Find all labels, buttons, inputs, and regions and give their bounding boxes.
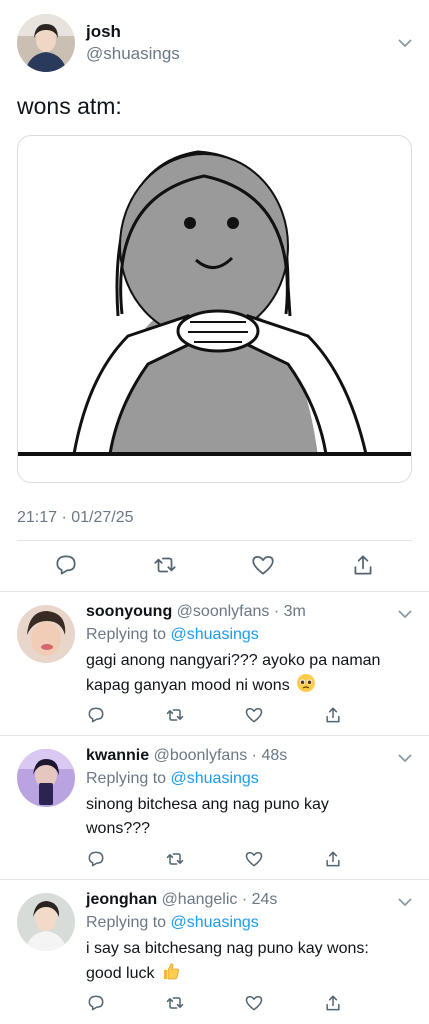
display-name[interactable]: josh: [86, 22, 121, 42]
reply-icon[interactable]: [86, 849, 106, 869]
share-icon[interactable]: [350, 552, 376, 578]
separator: ·: [247, 747, 262, 764]
replying-to-label: Replying to: [86, 770, 167, 787]
display-name[interactable]: kwannie: [86, 747, 149, 764]
display-name[interactable]: soonyoung: [86, 603, 172, 620]
share-icon[interactable]: [323, 705, 343, 725]
retweet-icon[interactable]: [152, 552, 178, 578]
main-tweet: josh @shuasings wons atm: 21:17 · 01/27/…: [0, 0, 429, 592]
tweet-text: wons atm:: [17, 93, 122, 119]
pleading-face-emoji: [296, 673, 316, 693]
reply-text-content: gagi anong nangyari??? ayoko pa naman ka…: [86, 652, 381, 694]
avatar[interactable]: [17, 14, 75, 72]
heart-icon[interactable]: [250, 552, 276, 578]
replying-to-label: Replying to: [86, 626, 167, 643]
reply-icon[interactable]: [86, 705, 106, 725]
separator: ·: [269, 603, 284, 620]
reply-text: sinong bitchesa ang nag puno kay wons???: [86, 793, 356, 841]
chevron-down-icon[interactable]: [398, 753, 412, 763]
retweet-icon[interactable]: [165, 849, 185, 869]
avatar[interactable]: [17, 605, 75, 663]
handle[interactable]: @shuasings: [86, 44, 180, 64]
reply-text: gagi anong nangyari??? ayoko pa naman ka…: [86, 649, 406, 698]
reply-time: 48s: [261, 747, 288, 764]
reply-text-content: sinong bitchesa ang nag puno kay wons???: [86, 796, 329, 837]
reply-time: 3m: [283, 603, 306, 620]
tweet-media[interactable]: [17, 135, 412, 483]
heart-icon[interactable]: [244, 993, 264, 1013]
heart-icon[interactable]: [244, 705, 264, 725]
thumbs-up-emoji: [161, 961, 181, 981]
chevron-down-icon[interactable]: [398, 897, 412, 907]
retweet-icon[interactable]: [165, 993, 185, 1013]
replying-to-label: Replying to: [86, 914, 167, 931]
handle[interactable]: @hangelic: [162, 891, 238, 908]
retweet-icon[interactable]: [165, 705, 185, 725]
chevron-down-icon[interactable]: [398, 38, 412, 48]
reply-tweet[interactable]: jeonghan @hangelic · 24s Replying to @sh…: [0, 879, 429, 1023]
display-name[interactable]: jeonghan: [86, 891, 157, 908]
reply-header: jeonghan @hangelic · 24s: [86, 891, 277, 909]
reply-header: soonyoung @soonlyfans · 3m: [86, 603, 306, 621]
replying-to: Replying to @shuasings: [86, 914, 259, 932]
reply-text: i say sa bitchesang nag puno kay wons: g…: [86, 937, 406, 986]
replying-to: Replying to @shuasings: [86, 626, 259, 644]
avatar[interactable]: [17, 893, 75, 951]
replying-to-link[interactable]: @shuasings: [171, 914, 259, 931]
reply-time: 24s: [251, 891, 278, 908]
reply-icon[interactable]: [86, 993, 106, 1013]
share-icon[interactable]: [323, 849, 343, 869]
replying-to-link[interactable]: @shuasings: [171, 770, 259, 787]
reply-tweet[interactable]: kwannie @boonlyfans · 48s Replying to @s…: [0, 735, 429, 879]
share-icon[interactable]: [323, 993, 343, 1013]
reply-tweet[interactable]: soonyoung @soonlyfans · 3m Replying to @…: [0, 591, 429, 735]
reply-icon[interactable]: [53, 552, 79, 578]
avatar[interactable]: [17, 749, 75, 807]
reply-text-content: i say sa bitchesang nag puno kay wons: g…: [86, 940, 369, 982]
reply-header: kwannie @boonlyfans · 48s: [86, 747, 287, 765]
replying-to: Replying to @shuasings: [86, 770, 259, 788]
handle[interactable]: @soonlyfans: [177, 603, 270, 620]
separator: ·: [237, 891, 252, 908]
tweet-timestamp: 21:17 · 01/27/25: [17, 509, 134, 526]
divider: [17, 540, 412, 541]
chevron-down-icon[interactable]: [398, 609, 412, 619]
replying-to-link[interactable]: @shuasings: [171, 626, 259, 643]
cartoon-image: [18, 150, 411, 456]
handle[interactable]: @boonlyfans: [154, 747, 248, 764]
heart-icon[interactable]: [244, 849, 264, 869]
